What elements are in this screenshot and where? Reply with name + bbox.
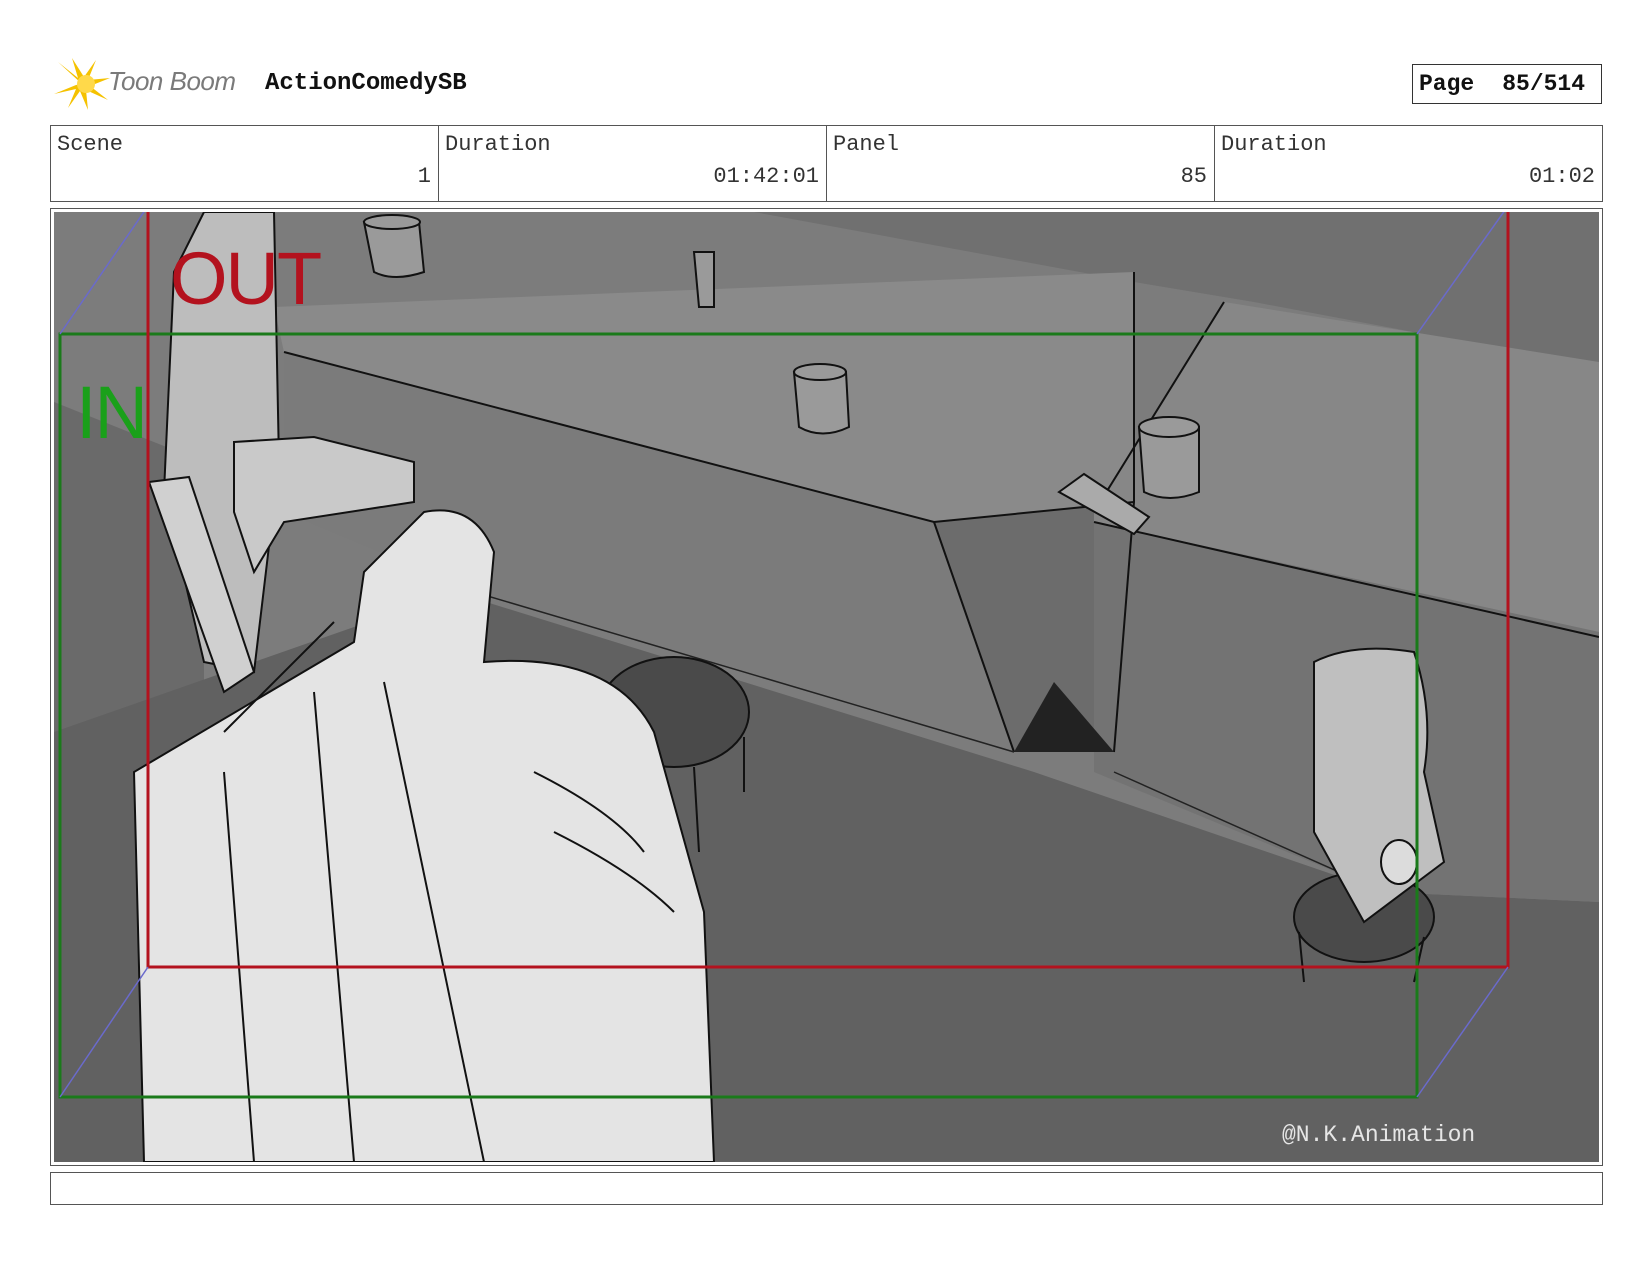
panel-cell: Panel 85 — [827, 126, 1215, 201]
scene-label: Scene — [57, 132, 124, 157]
scene-cell: Scene 1 — [51, 126, 439, 201]
panel-duration-value: 01:02 — [1528, 164, 1595, 189]
out-frame-label: OUT — [170, 237, 322, 320]
scene-value: 1 — [417, 164, 431, 189]
logo-brand-text: Toon Boom — [108, 66, 236, 96]
panel-value: 85 — [1180, 164, 1207, 189]
panel-info-table: Scene 1 Duration 01:42:01 Panel 85 Durat… — [50, 125, 1603, 202]
in-frame-label: IN — [76, 371, 148, 454]
watermark-text: @N.K.Animation — [1282, 1122, 1476, 1148]
panel-label: Panel — [833, 132, 900, 157]
toon-boom-logo: Toon Boom — [52, 56, 252, 112]
starburst-icon — [54, 58, 110, 110]
project-title: ActionComedySB — [265, 70, 467, 97]
page-indicator: Page 85/514 — [1412, 64, 1602, 104]
scene-duration-label: Duration — [445, 132, 551, 157]
page-number: 85/514 — [1502, 71, 1586, 97]
storyboard-panel-image — [54, 212, 1599, 1162]
scene-duration-cell: Duration 01:42:01 — [439, 126, 827, 201]
panel-duration-cell: Duration 01:02 — [1215, 126, 1602, 201]
scene-duration-value: 01:42:01 — [713, 164, 819, 189]
panel-caption-box — [50, 1172, 1603, 1205]
page-label: Page — [1419, 71, 1475, 97]
panel-duration-label: Duration — [1221, 132, 1327, 157]
